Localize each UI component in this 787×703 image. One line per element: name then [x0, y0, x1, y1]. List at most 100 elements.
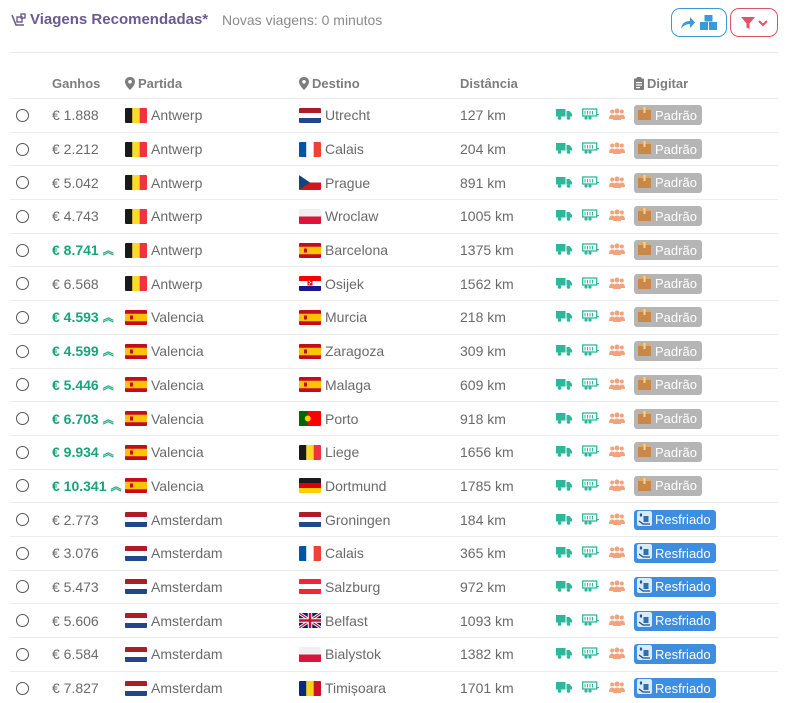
flag-es-icon — [125, 343, 147, 359]
earnings-value: € 5.446 — [52, 376, 99, 393]
table-row[interactable]: € 5.606 Amsterdam Belfast 1093 km Resfri… — [10, 603, 778, 637]
earnings-cell: € 5.473 — [52, 571, 99, 604]
cargo-type-badge: Resfriado — [634, 509, 716, 530]
destination-cell: Liege — [299, 436, 359, 469]
origin-city: Antwerp — [151, 174, 203, 191]
origin-city: Valencia — [151, 477, 204, 494]
row-select-radio[interactable] — [16, 513, 29, 527]
table-row[interactable]: € 8.741 ︽ Antwerp Barcelona 1375 km Padr… — [10, 232, 778, 267]
earnings-cell: € 8.741 ︽ — [52, 234, 114, 267]
table-row[interactable]: € 9.934 ︽ Valencia Liege 1656 km Padrão — [10, 434, 778, 469]
double-chevron-up-icon: ︽ — [110, 480, 122, 493]
row-select-radio[interactable] — [16, 614, 29, 628]
origin-city: Antwerp — [151, 242, 203, 259]
column-earnings[interactable]: Ganhos — [52, 76, 100, 91]
origin-cell: Amsterdam — [125, 672, 223, 703]
row-select-radio[interactable] — [16, 108, 29, 122]
row-select-radio[interactable] — [16, 479, 29, 493]
table-row[interactable]: € 3.076 Amsterdam Calais 365 km Resfriad… — [10, 535, 778, 570]
flag-fr-icon — [299, 545, 321, 561]
trip-requirements — [556, 402, 625, 435]
table-row[interactable]: € 4.593 ︽ Valencia Murcia 218 km Padrão — [10, 300, 778, 334]
row-select-radio[interactable] — [16, 310, 29, 324]
flag-nl-icon — [125, 512, 147, 528]
trip-requirements — [556, 267, 625, 300]
cargo-type-badge: Resfriado — [634, 644, 716, 665]
row-select-radio[interactable] — [16, 243, 29, 257]
table-row[interactable]: € 4.743 Antwerp Wroclaw 1005 km Padrão — [10, 199, 778, 233]
table-row[interactable]: € 6.703 ︽ Valencia Porto 918 km Padrão — [10, 401, 778, 435]
origin-city: Amsterdam — [151, 511, 223, 528]
truck-icon — [556, 545, 572, 561]
origin-cell: Antwerp — [125, 133, 202, 166]
row-select-radio[interactable] — [16, 546, 29, 560]
table-row[interactable]: € 1.888 Antwerp Utrecht 127 km Padrão — [10, 98, 778, 132]
cargo-type-label: Resfriado — [655, 512, 711, 528]
cargo-type-label: Resfriado — [655, 646, 711, 662]
distance-cell: 1005 km — [460, 200, 514, 233]
filter-icon — [740, 16, 755, 29]
trailer-icon — [582, 242, 599, 258]
clipboard-icon — [634, 77, 644, 90]
trips-table: € 1.888 Antwerp Utrecht 127 km Padrão € … — [10, 98, 778, 703]
flag-be-icon — [125, 175, 147, 191]
table-row[interactable]: € 7.827 Amsterdam Timișoara 1701 km Resf… — [10, 670, 778, 703]
row-select-radio[interactable] — [16, 209, 29, 223]
distance-cell: 609 km — [460, 369, 506, 402]
trip-requirements — [556, 537, 625, 570]
table-row[interactable]: € 5.446 ︽ Valencia Malaga 609 km Padrão — [10, 367, 778, 402]
row-select-radio[interactable] — [16, 647, 29, 661]
row-select-radio[interactable] — [16, 142, 29, 156]
row-select-radio[interactable] — [16, 580, 29, 594]
column-destination-label: Destino — [312, 76, 360, 91]
filter-button[interactable] — [730, 8, 778, 37]
row-select-radio[interactable] — [16, 378, 29, 392]
column-distance[interactable]: Distância — [460, 76, 518, 91]
cargo-type-label: Padrão — [655, 141, 697, 157]
row-select-radio[interactable] — [16, 344, 29, 358]
flag-es-icon — [125, 309, 147, 325]
cargo-type-label: Padrão — [655, 444, 697, 460]
people-icon — [609, 309, 625, 325]
table-row[interactable]: € 2.773 Amsterdam Groningen 184 km Resfr… — [10, 502, 778, 536]
column-origin[interactable]: Partida — [125, 76, 182, 91]
earnings-cell: € 1.888 — [52, 99, 99, 132]
column-type[interactable]: Digitar — [634, 76, 688, 91]
column-destination[interactable]: Destino — [299, 76, 360, 91]
destination-cell: Zaragoza — [299, 335, 384, 368]
distance-value: 918 km — [460, 410, 506, 427]
table-row[interactable]: € 6.584 Amsterdam Bialystok 1382 km Resf… — [10, 637, 778, 671]
destination-city: Timișoara — [325, 680, 386, 697]
table-row[interactable]: € 2.212 Antwerp Calais 204 km Padrão — [10, 131, 778, 166]
table-row[interactable]: € 5.473 Amsterdam Salzburg 972 km Resfri… — [10, 569, 778, 604]
flag-nl-icon — [125, 545, 147, 561]
flag-es-icon — [299, 377, 321, 393]
column-type-label: Digitar — [647, 76, 689, 91]
cargo-type-cell: Resfriado — [634, 638, 716, 671]
trailer-icon — [582, 646, 599, 662]
row-select-radio[interactable] — [16, 176, 29, 190]
flag-de-icon — [299, 478, 321, 494]
earnings-value: € 4.593 — [52, 309, 99, 326]
earnings-cell: € 4.743 — [52, 200, 99, 233]
people-icon — [609, 579, 625, 595]
cargo-type-badge: Padrão — [634, 341, 702, 362]
earnings-value: € 5.473 — [52, 578, 99, 595]
row-select-radio[interactable] — [16, 445, 29, 459]
distance-value: 1005 km — [460, 208, 514, 225]
row-select-radio[interactable] — [16, 681, 29, 695]
origin-cell: Valencia — [125, 301, 204, 334]
share-button[interactable] — [671, 8, 727, 37]
origin-cell: Amsterdam — [125, 604, 223, 637]
table-row[interactable]: € 4.599 ︽ Valencia Zaragoza 309 km Padrã… — [10, 333, 778, 368]
table-row[interactable]: € 6.568 Antwerp Osijek 1562 km Padrão — [10, 266, 778, 300]
table-row[interactable]: € 5.042 Antwerp Prague 891 km Padrão — [10, 165, 778, 199]
double-chevron-up-icon: ︽ — [102, 245, 114, 258]
row-select-radio[interactable] — [16, 412, 29, 426]
flag-es-icon — [299, 343, 321, 359]
cargo-type-cell: Padrão — [634, 234, 702, 267]
table-row[interactable]: € 10.341 ︽ Valencia Dortmund 1785 km Pad… — [10, 468, 778, 503]
destination-cell: Bialystok — [299, 638, 381, 671]
row-select-radio[interactable] — [16, 277, 29, 291]
people-icon — [609, 545, 625, 561]
